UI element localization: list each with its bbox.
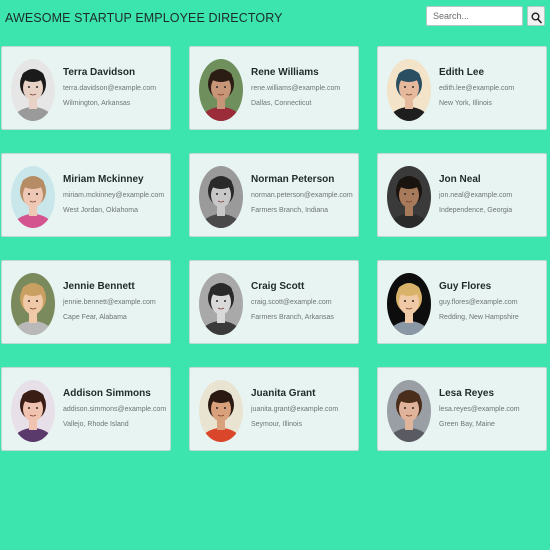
employee-info: Edith Lee edith.lee@example.com New York…: [439, 67, 545, 108]
avatar: [199, 59, 243, 121]
avatar: [11, 166, 55, 228]
employee-name: Lesa Reyes: [439, 388, 495, 399]
employee-name: Juanita Grant: [251, 388, 316, 399]
employee-email: addison.simmons@example.com: [63, 406, 167, 413]
employee-name: Jon Neal: [439, 174, 481, 185]
employee-name: Guy Flores: [439, 281, 492, 292]
employee-card[interactable]: Addison Simmons addison.simmons@example.…: [1, 367, 171, 451]
employee-info: Rene Williams rene.williams@example.com …: [251, 67, 357, 108]
employee-location: Seymour, Illinois: [251, 421, 302, 428]
avatar: [199, 380, 243, 442]
employee-email: edith.lee@example.com: [439, 85, 515, 92]
search-input[interactable]: [426, 6, 523, 26]
employee-location: Vallejo, Rhode Island: [63, 421, 129, 428]
employee-email: lesa.reyes@example.com: [439, 406, 520, 413]
employee-email: rene.williams@example.com: [251, 85, 341, 92]
employee-email: jon.neal@example.com: [439, 192, 513, 199]
avatar: [11, 380, 55, 442]
employee-name: Miriam Mckinney: [63, 174, 144, 185]
employee-name: Edith Lee: [439, 67, 485, 78]
avatar: [199, 273, 243, 335]
employee-email: juanita.grant@example.com: [251, 406, 339, 413]
search-icon: [531, 12, 542, 23]
employee-card[interactable]: Jon Neal jon.neal@example.com Independen…: [377, 153, 547, 237]
employee-name: Craig Scott: [251, 281, 305, 292]
employee-email: norman.peterson@example.com: [251, 192, 353, 199]
employee-card[interactable]: Lesa Reyes lesa.reyes@example.com Green …: [377, 367, 547, 451]
employee-location: Farmers Branch, Arkansas: [251, 314, 334, 321]
employee-location: Farmers Branch, Indiana: [251, 207, 329, 214]
employee-info: Jon Neal jon.neal@example.com Independen…: [439, 174, 545, 215]
employee-location: Cape Fear, Alabama: [63, 314, 127, 321]
employee-card[interactable]: Juanita Grant juanita.grant@example.com …: [189, 367, 359, 451]
employee-location: Redding, New Hampshire: [439, 314, 519, 321]
search-button[interactable]: [527, 6, 545, 26]
employee-card[interactable]: Jennie Bennett jennie.bennett@example.co…: [1, 260, 171, 344]
employee-card[interactable]: Terra Davidson terra.davidson@example.co…: [1, 46, 171, 130]
employee-email: miriam.mckinney@example.com: [63, 192, 165, 199]
employee-card[interactable]: Rene Williams rene.williams@example.com …: [189, 46, 359, 130]
employee-name: Rene Williams: [251, 67, 319, 78]
employee-info: Guy Flores guy.flores@example.com Reddin…: [439, 281, 545, 322]
employee-info: Terra Davidson terra.davidson@example.co…: [63, 67, 169, 108]
employee-name: Norman Peterson: [251, 174, 335, 185]
avatar: [11, 59, 55, 121]
employee-location: Wilmington, Arkansas: [63, 100, 131, 107]
employee-location: West Jordan, Oklahoma: [63, 207, 138, 214]
avatar: [387, 273, 431, 335]
employee-info: Miriam Mckinney miriam.mckinney@example.…: [63, 174, 169, 215]
employee-info: Juanita Grant juanita.grant@example.com …: [251, 388, 357, 429]
employee-info: Norman Peterson norman.peterson@example.…: [251, 174, 357, 215]
employee-info: Jennie Bennett jennie.bennett@example.co…: [63, 281, 169, 322]
employee-location: New York, Illinois: [439, 100, 492, 107]
employee-email: jennie.bennett@example.com: [63, 299, 156, 306]
avatar: [387, 380, 431, 442]
employee-name: Jennie Bennett: [63, 281, 135, 292]
page-title: AWESOME STARTUP EMPLOYEE DIRECTORY: [5, 11, 283, 25]
employee-email: craig.scott@example.com: [251, 299, 332, 306]
employee-name: Terra Davidson: [63, 67, 136, 78]
employee-location: Independence, Georgia: [439, 207, 513, 214]
employee-card[interactable]: Miriam Mckinney miriam.mckinney@example.…: [1, 153, 171, 237]
employee-email: guy.flores@example.com: [439, 299, 518, 306]
employee-info: Lesa Reyes lesa.reyes@example.com Green …: [439, 388, 545, 429]
employee-card[interactable]: Craig Scott craig.scott@example.com Farm…: [189, 260, 359, 344]
employee-card[interactable]: Edith Lee edith.lee@example.com New York…: [377, 46, 547, 130]
employee-info: Addison Simmons addison.simmons@example.…: [63, 388, 169, 429]
employee-info: Craig Scott craig.scott@example.com Farm…: [251, 281, 357, 322]
avatar: [11, 273, 55, 335]
employee-card[interactable]: Norman Peterson norman.peterson@example.…: [189, 153, 359, 237]
employee-name: Addison Simmons: [63, 388, 151, 399]
avatar: [387, 166, 431, 228]
employee-email: terra.davidson@example.com: [63, 85, 157, 92]
avatar: [387, 59, 431, 121]
employee-location: Green Bay, Maine: [439, 421, 495, 428]
avatar: [199, 166, 243, 228]
employee-card[interactable]: Guy Flores guy.flores@example.com Reddin…: [377, 260, 547, 344]
app-header: AWESOME STARTUP EMPLOYEE DIRECTORY: [0, 0, 550, 36]
employee-location: Dallas, Connecticut: [251, 100, 312, 107]
